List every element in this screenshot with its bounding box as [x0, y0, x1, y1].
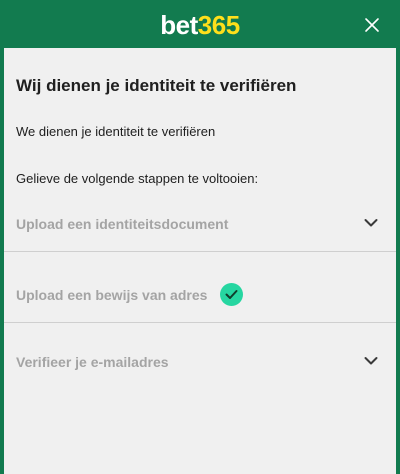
logo-text-365: 365: [197, 10, 240, 40]
step-label: Upload een bewijs van adres: [16, 287, 208, 303]
intro-text: We dienen je identiteit te verifiëren: [16, 124, 216, 139]
divider: [4, 322, 396, 323]
logo-text-bet: bet: [160, 10, 198, 40]
brand-logo: bet365: [4, 10, 396, 40]
header-bar: bet365: [4, 4, 396, 48]
step-upload-identity-document[interactable]: Upload een identiteitsdocument: [4, 200, 396, 250]
dialog-content: Wij dienen je identiteit te verifiëren W…: [4, 48, 396, 474]
step-label: Verifieer je e-mailadres: [16, 354, 169, 370]
chevron-down-icon: [364, 357, 378, 365]
chevron-down-icon: [364, 219, 378, 227]
divider: [4, 251, 396, 252]
close-icon[interactable]: [362, 15, 382, 35]
page-title: Wij dienen je identiteit te verifiëren: [16, 76, 297, 95]
instruction-text: Gelieve de volgende stappen te voltooien…: [16, 171, 259, 186]
verification-dialog: bet365 Wij dienen je identiteit te verif…: [0, 0, 400, 474]
check-circle-icon: [220, 283, 243, 306]
step-upload-proof-of-address[interactable]: Upload een bewijs van adres: [4, 271, 396, 321]
step-label: Upload een identiteitsdocument: [16, 216, 229, 232]
step-verify-email[interactable]: Verifieer je e-mailadres: [4, 338, 396, 388]
